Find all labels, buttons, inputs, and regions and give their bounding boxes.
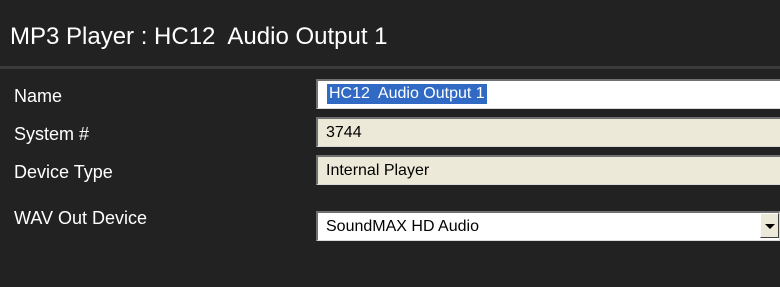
system-number-value: 3744 bbox=[326, 124, 362, 141]
wav-out-device-row: WAV Out Device SoundMAX HD Audio bbox=[0, 198, 780, 241]
device-type-field: Internal Player bbox=[316, 155, 780, 185]
wav-out-device-label: WAV Out Device bbox=[14, 208, 148, 228]
name-label: Name bbox=[14, 86, 63, 106]
name-input[interactable]: HC12 Audio Output 1 bbox=[316, 79, 780, 109]
device-type-row: Device Type Internal Player bbox=[0, 152, 780, 190]
wav-out-device-select[interactable]: SoundMAX HD Audio bbox=[316, 211, 780, 241]
window-title: MP3 Player : HC12 Audio Output 1 bbox=[10, 23, 388, 50]
wav-out-device-value[interactable]: SoundMAX HD Audio bbox=[326, 217, 479, 237]
name-input-value[interactable]: HC12 Audio Output 1 bbox=[327, 84, 487, 104]
dropdown-button[interactable] bbox=[760, 213, 779, 238]
device-type-label: Device Type bbox=[14, 162, 113, 182]
name-row: Name HC12 Audio Output 1 bbox=[0, 76, 780, 114]
system-number-label: System # bbox=[14, 124, 90, 144]
device-type-value: Internal Player bbox=[326, 162, 430, 179]
system-number-field: 3744 bbox=[316, 117, 780, 147]
system-number-row: System # 3744 bbox=[0, 114, 780, 152]
chevron-down-icon bbox=[765, 224, 775, 229]
title-divider bbox=[0, 66, 780, 69]
